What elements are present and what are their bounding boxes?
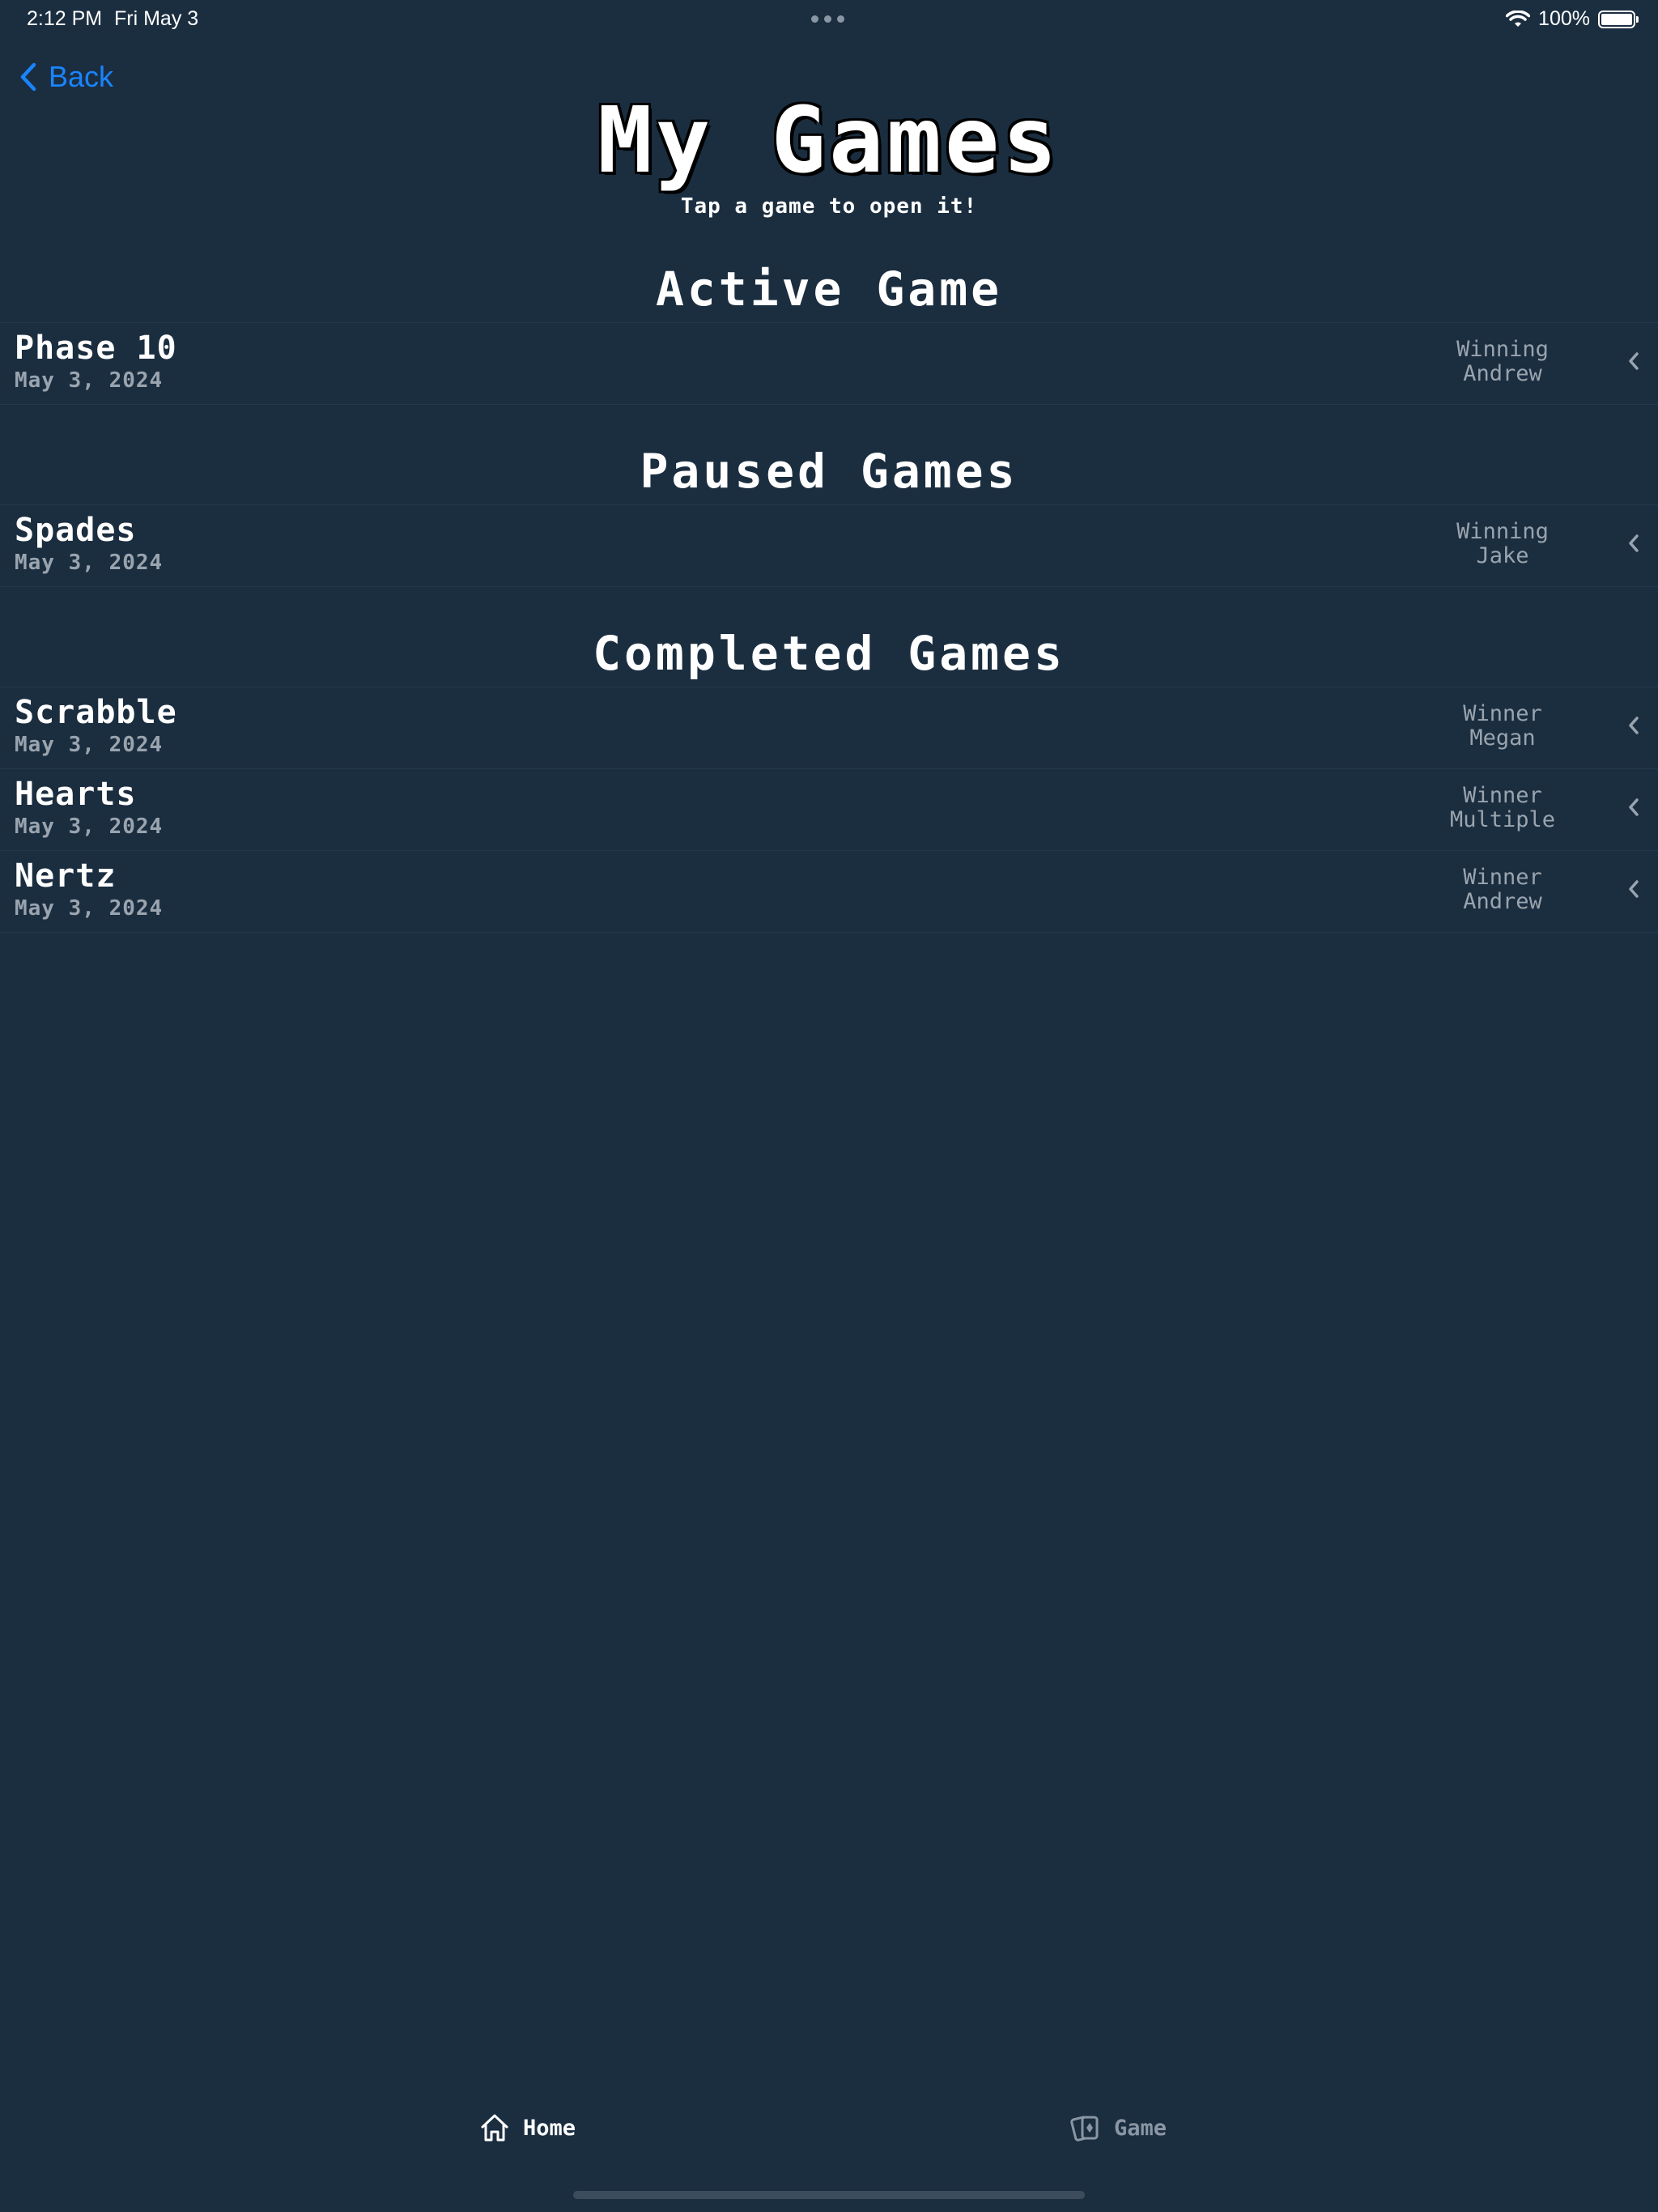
tab-home[interactable]: Home: [479, 2113, 576, 2142]
game-status: Winner Andrew: [1422, 866, 1584, 914]
game-date: May 3, 2024: [15, 551, 164, 575]
game-date: May 3, 2024: [15, 896, 164, 921]
status-player: Jake: [1476, 543, 1529, 568]
status-player: Andrew: [1463, 889, 1542, 914]
page-subtitle: Tap a game to open it!: [680, 194, 978, 219]
chevron-left-icon: [1629, 534, 1639, 552]
chevron-left-icon: [1629, 880, 1639, 898]
game-date: May 3, 2024: [15, 368, 164, 393]
section-header-active: Active Game: [655, 262, 1003, 317]
game-date: May 3, 2024: [15, 815, 164, 839]
status-player: Megan: [1469, 725, 1536, 751]
game-name: Scrabble: [15, 694, 177, 731]
tab-home-label: Home: [523, 2115, 576, 2141]
tab-bar: Home Game: [0, 2113, 1658, 2181]
status-player: Multiple: [1449, 807, 1556, 832]
tab-game-label: Game: [1114, 2115, 1167, 2141]
status-player: Andrew: [1463, 361, 1542, 386]
game-name: Hearts: [15, 776, 137, 813]
status-bar: 2:12 PM Fri May 3 100%: [0, 0, 1658, 39]
status-time: 2:12 PM: [27, 7, 103, 30]
back-label: Back: [49, 60, 114, 93]
status-label: Winning: [1456, 519, 1549, 544]
chevron-left-icon: [1629, 352, 1639, 370]
house-icon: [481, 2114, 508, 2142]
wifi-icon: [1506, 10, 1531, 27]
status-label: Winner: [1463, 783, 1542, 808]
game-row[interactable]: Hearts May 3, 2024 Winner Multiple: [0, 768, 1658, 851]
chevron-left-icon: [20, 62, 36, 91]
game-row[interactable]: Nertz May 3, 2024 Winner Andrew: [0, 850, 1658, 933]
game-name: Nertz: [15, 857, 117, 895]
status-label: Winner: [1463, 701, 1542, 726]
section-header-completed: Completed Games: [593, 626, 1065, 681]
status-indicators: 100%: [1506, 7, 1639, 31]
game-name: Phase 10: [15, 330, 177, 367]
section-header-paused: Paused Games: [640, 444, 1018, 499]
multitasking-dots-icon[interactable]: [811, 15, 844, 23]
game-row[interactable]: Phase 10 May 3, 2024 Winning Andrew: [0, 322, 1658, 405]
back-button[interactable]: Back: [19, 60, 113, 94]
game-status: Winning Andrew: [1422, 338, 1584, 386]
battery-icon: [1598, 10, 1639, 28]
status-label: Winner: [1463, 865, 1542, 890]
game-status: Winning Jake: [1422, 520, 1584, 568]
chevron-left-icon: [1629, 717, 1639, 734]
game-row[interactable]: Spades May 3, 2024 Winning Jake: [0, 504, 1658, 587]
status-date: Fri May 3: [114, 7, 199, 30]
home-indicator[interactable]: [573, 2191, 1085, 2199]
game-status: Winner Megan: [1422, 702, 1584, 751]
game-date: May 3, 2024: [15, 733, 164, 757]
tab-game[interactable]: Game: [1070, 2113, 1167, 2142]
status-label: Winning: [1456, 337, 1549, 362]
game-status: Winner Multiple: [1422, 784, 1584, 832]
game-name: Spades: [15, 512, 137, 549]
chevron-left-icon: [1629, 798, 1639, 816]
game-row[interactable]: Scrabble May 3, 2024 Winner Megan: [0, 687, 1658, 769]
playing-cards-icon: [1070, 2116, 1099, 2142]
battery-percent: 100%: [1538, 7, 1590, 30]
page-title: My Games: [597, 88, 1061, 194]
